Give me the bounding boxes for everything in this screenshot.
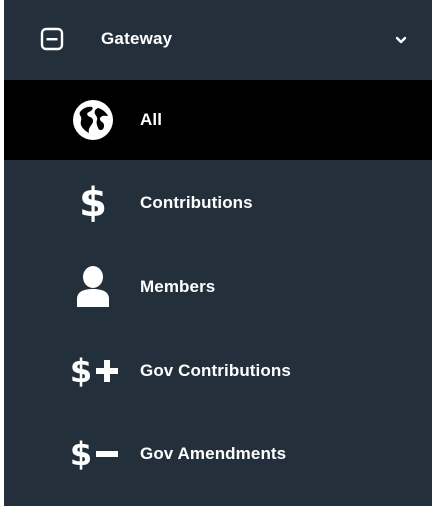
nav-item-label: Gov Amendments [140,444,287,463]
nav-item-label: Members [140,277,216,296]
nav-item-members[interactable]: Members [4,247,432,327]
nav-item-gov-amendments[interactable]: $ Gov Amendments [4,414,432,494]
dollar-plus-icon: $ [62,346,128,396]
nav-item-label: Contributions [140,193,253,212]
nav-item-label: All [140,110,163,129]
dollar-icon: $ [79,180,107,226]
sidebar-nav: Gateway All $ Contributions Members $ Go… [4,0,432,506]
nav-group-gateway[interactable]: Gateway [4,0,432,80]
nav-item-label: Gov Contributions [140,361,291,380]
nav-item-gov-contributions[interactable]: $ Gov Contributions [4,331,432,411]
minus-square-icon[interactable] [40,27,64,51]
nav-item-all[interactable]: All [4,80,432,160]
globe-icon [68,95,118,145]
dollar-minus-icon: $ [62,429,128,479]
nav-group-title: Gateway [101,29,173,48]
user-icon [68,262,118,312]
nav-item-contributions[interactable]: $ Contributions [4,163,432,243]
chevron-down-icon[interactable] [394,33,408,47]
